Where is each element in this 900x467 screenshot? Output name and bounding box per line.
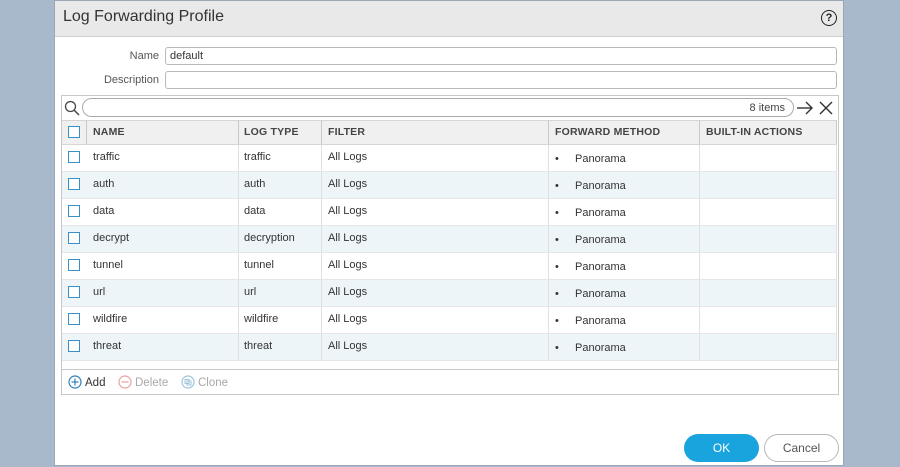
clone-button[interactable]: Clone: [181, 375, 228, 389]
name-label: Name: [129, 50, 159, 62]
grid-toolbar: 8 items: [62, 96, 838, 120]
search-input[interactable]: 8 items: [82, 98, 794, 117]
bullet-icon: •: [555, 261, 559, 273]
help-icon[interactable]: ?: [821, 10, 837, 26]
description-label: Description: [103, 74, 159, 86]
cell-name[interactable]: wildfire: [93, 307, 127, 333]
log-forwarding-profile-dialog: Log Forwarding Profile ? Name Descriptio…: [54, 0, 844, 466]
row-checkbox[interactable]: [68, 313, 80, 325]
cell-log-type: auth: [244, 178, 266, 190]
cell-filter: All Logs: [328, 313, 368, 325]
arrow-right-icon[interactable]: [796, 100, 814, 116]
forward-method-value: Panorama: [575, 234, 626, 246]
dialog-title: Log Forwarding Profile: [63, 8, 224, 25]
cell-name[interactable]: traffic: [93, 145, 120, 171]
cell-name[interactable]: url: [93, 280, 105, 306]
cell-filter: All Logs: [328, 340, 368, 352]
clear-filter-icon[interactable]: [819, 101, 833, 115]
delete-button[interactable]: Delete: [118, 375, 168, 389]
cell-filter: All Logs: [328, 286, 368, 298]
row-checkbox[interactable]: [68, 151, 80, 163]
cell-forward-method: • Panorama: [555, 199, 626, 225]
cancel-button[interactable]: Cancel: [764, 434, 839, 462]
cell-filter: All Logs: [328, 259, 368, 271]
description-input[interactable]: [165, 71, 837, 89]
forward-method-value: Panorama: [575, 207, 626, 219]
cell-forward-method: • Panorama: [555, 334, 626, 360]
cell-name[interactable]: auth: [93, 172, 114, 198]
row-checkbox[interactable]: [68, 232, 80, 244]
cell-forward-method: • Panorama: [555, 145, 626, 171]
dialog-titlebar: Log Forwarding Profile ?: [55, 1, 843, 37]
cell-log-type: data: [244, 205, 266, 217]
delete-label: Delete: [135, 377, 169, 389]
bullet-icon: •: [555, 234, 559, 246]
forward-method-value: Panorama: [575, 153, 626, 165]
table-row[interactable]: tunnel tunnel All Logs • Panorama: [62, 253, 837, 280]
row-checkbox[interactable]: [68, 340, 80, 352]
row-checkbox[interactable]: [68, 286, 80, 298]
bullet-icon: •: [555, 207, 559, 219]
plus-circle-icon: [68, 375, 82, 389]
table-header: NAME LOG TYPE FILTER FORWARD METHOD BUIL…: [62, 120, 837, 145]
cell-name[interactable]: decrypt: [93, 226, 129, 252]
forward-method-value: Panorama: [575, 342, 626, 354]
name-input[interactable]: [165, 47, 837, 65]
table-row[interactable]: auth auth All Logs • Panorama: [62, 172, 837, 199]
ok-button[interactable]: OK: [684, 434, 759, 462]
cell-forward-method: • Panorama: [555, 172, 626, 198]
cell-filter: All Logs: [328, 151, 368, 163]
row-checkbox[interactable]: [68, 259, 80, 271]
cell-name[interactable]: threat: [93, 334, 121, 360]
bullet-icon: •: [555, 342, 559, 354]
cell-filter: All Logs: [328, 205, 368, 217]
column-header-built-in-actions[interactable]: BUILT-IN ACTIONS: [706, 121, 803, 144]
table-row[interactable]: wildfire wildfire All Logs • Panorama: [62, 307, 837, 334]
cell-forward-method: • Panorama: [555, 307, 626, 333]
cell-forward-method: • Panorama: [555, 226, 626, 252]
table-row[interactable]: url url All Logs • Panorama: [62, 280, 837, 307]
log-forwarding-grid: 8 items NAME LOG TYPE FILTER FORWARD MET…: [61, 95, 839, 395]
grid-footer: Add Delete Clone: [62, 369, 838, 395]
add-label: Add: [85, 377, 106, 389]
table-row[interactable]: threat threat All Logs • Panorama: [62, 334, 837, 361]
cell-name[interactable]: data: [93, 199, 114, 225]
cell-log-type: traffic: [244, 151, 271, 163]
items-count: 8 items: [749, 102, 785, 114]
forward-method-value: Panorama: [575, 261, 626, 273]
bullet-icon: •: [555, 180, 559, 192]
clone-label: Clone: [198, 377, 229, 389]
row-checkbox[interactable]: [68, 178, 80, 190]
table-row[interactable]: traffic traffic All Logs • Panorama: [62, 145, 837, 172]
cell-log-type: threat: [244, 340, 273, 352]
column-header-forward-method[interactable]: FORWARD METHOD: [555, 121, 660, 144]
cell-log-type: tunnel: [244, 259, 274, 271]
row-checkbox[interactable]: [68, 205, 80, 217]
bullet-icon: •: [555, 288, 559, 300]
forward-method-value: Panorama: [575, 288, 626, 300]
clone-icon: [181, 375, 195, 389]
table-row[interactable]: decrypt decryption All Logs • Panorama: [62, 226, 837, 253]
column-header-log-type[interactable]: LOG TYPE: [244, 121, 299, 144]
bullet-icon: •: [555, 315, 559, 327]
cell-filter: All Logs: [328, 178, 368, 190]
forward-method-value: Panorama: [575, 180, 626, 192]
search-icon[interactable]: [64, 100, 80, 116]
table-row[interactable]: data data All Logs • Panorama: [62, 199, 837, 226]
cell-name[interactable]: tunnel: [93, 253, 123, 279]
forward-method-value: Panorama: [575, 315, 626, 327]
cell-log-type: url: [244, 286, 257, 298]
cell-log-type: decryption: [244, 232, 295, 244]
bullet-icon: •: [555, 153, 559, 165]
select-all-checkbox[interactable]: [68, 126, 80, 138]
add-button[interactable]: Add: [68, 375, 105, 389]
minus-circle-icon: [118, 375, 132, 389]
cell-log-type: wildfire: [244, 313, 279, 325]
cell-forward-method: • Panorama: [555, 280, 626, 306]
column-header-name[interactable]: NAME: [93, 121, 125, 144]
column-header-filter[interactable]: FILTER: [328, 121, 365, 144]
cell-filter: All Logs: [328, 232, 368, 244]
cell-forward-method: • Panorama: [555, 253, 626, 279]
